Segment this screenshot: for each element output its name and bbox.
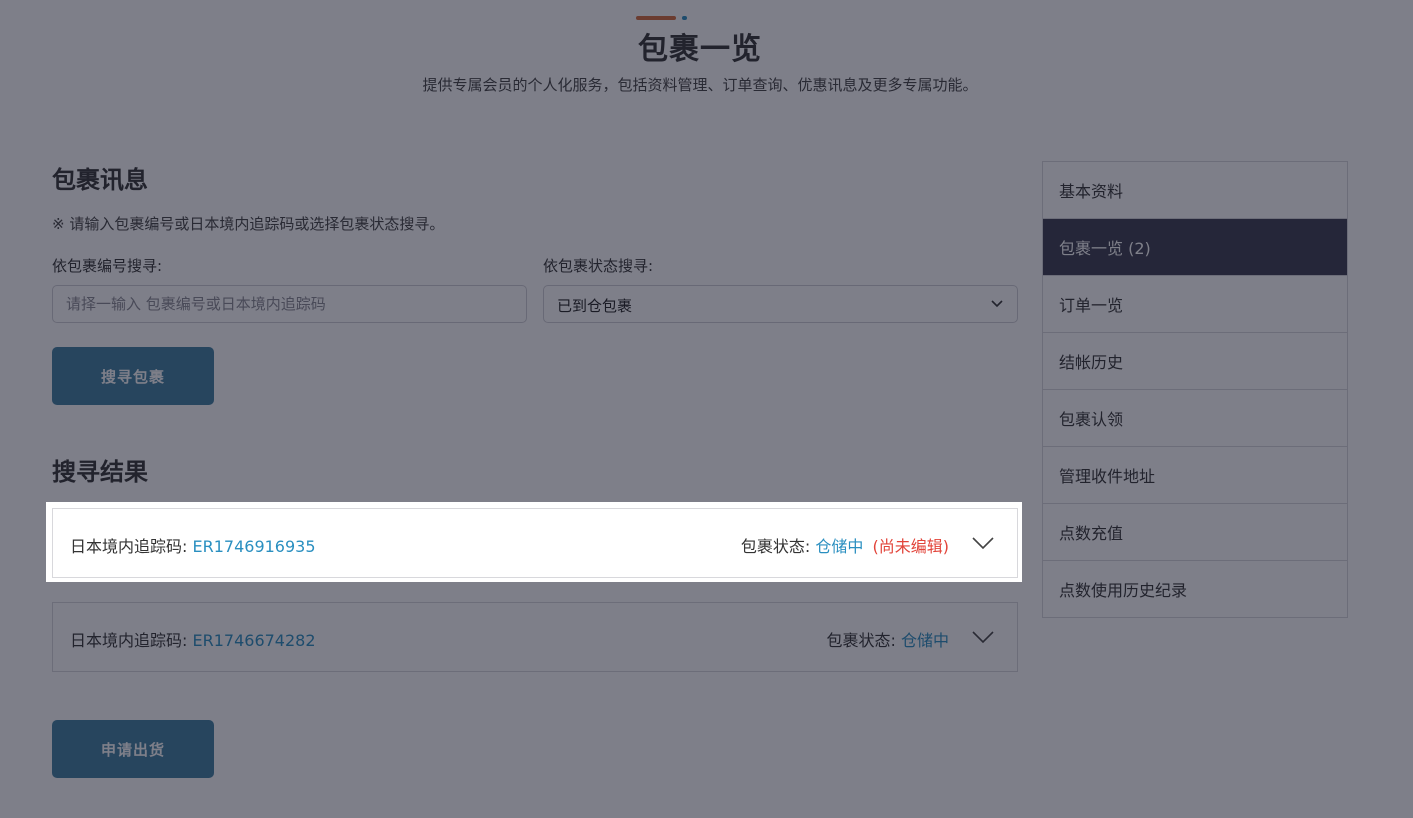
page: 包裹一览 提供专属会员的个人化服务，包括资料管理、订单查询、优惠讯息及更多专属功… xyxy=(0,0,1413,818)
tracking-code-value: ER1746674282 xyxy=(192,631,316,650)
title-decoration-bar xyxy=(636,16,676,20)
sidebar-item-manage-addresses[interactable]: 管理收件地址 xyxy=(1043,447,1347,504)
package-row-highlighted[interactable]: 日本境内追踪码: ER1746916935 包裹状态: 仓储中 (尚未编辑) xyxy=(52,508,1018,578)
title-decoration-dot xyxy=(682,16,687,20)
package-status-note: (尚未编辑) xyxy=(872,537,950,556)
package-status-text: 包裹状态: 仓储中 (尚未编辑) xyxy=(741,533,949,557)
package-row[interactable]: 日本境内追踪码: ER1746674282 包裹状态: 仓储中 xyxy=(52,602,1018,672)
request-shipment-button[interactable]: 申请出货 xyxy=(52,720,214,778)
member-sidebar: 基本资料 包裹一览 (2) 订单一览 结帐历史 包裹认领 管理收件地址 点数充值… xyxy=(1042,161,1348,618)
search-package-button[interactable]: 搜寻包裹 xyxy=(52,347,214,405)
expand-chevron-icon[interactable] xyxy=(971,629,995,645)
package-status-label: 包裹状态: xyxy=(826,631,896,650)
package-info-heading: 包裹讯息 xyxy=(52,166,148,194)
sidebar-item-points-history[interactable]: 点数使用历史纪录 xyxy=(1043,561,1347,617)
search-by-number-label: 依包裹编号搜寻: xyxy=(52,257,163,275)
chevron-down-icon xyxy=(991,300,1003,308)
package-status-label: 包裹状态: xyxy=(740,537,811,556)
search-by-status-label: 依包裹状态搜寻: xyxy=(543,257,654,275)
expand-chevron-icon[interactable] xyxy=(971,535,995,551)
tracking-code-label: 日本境内追踪码: xyxy=(70,631,188,650)
search-hint: ※ 请输入包裹编号或日本境内追踪码或选择包裹状态搜寻。 xyxy=(52,215,445,233)
package-status-select[interactable]: 已到仓包裹 xyxy=(543,285,1018,323)
page-title: 包裹一览 xyxy=(638,32,762,67)
sidebar-item-package-list[interactable]: 包裹一览 (2) xyxy=(1043,219,1347,276)
sidebar-item-basic-info[interactable]: 基本资料 xyxy=(1043,162,1347,219)
tracking-code-text: 日本境内追踪码: ER1746916935 xyxy=(70,533,316,557)
highlighted-package-frame: 日本境内追踪码: ER1746916935 包裹状态: 仓储中 (尚未编辑) xyxy=(46,502,1022,582)
sidebar-item-checkout-history[interactable]: 结帐历史 xyxy=(1043,333,1347,390)
package-status-value: 仓储中 xyxy=(900,631,949,650)
package-status-selected-value: 已到仓包裹 xyxy=(557,297,633,315)
sidebar-item-order-list[interactable]: 订单一览 xyxy=(1043,276,1347,333)
tracking-code-value: ER1746916935 xyxy=(192,537,316,556)
tracking-code-label: 日本境内追踪码: xyxy=(70,537,188,556)
package-status-text: 包裹状态: 仓储中 xyxy=(826,627,949,651)
title-decoration xyxy=(636,16,687,20)
package-number-input[interactable] xyxy=(53,286,519,322)
sidebar-item-package-claim[interactable]: 包裹认领 xyxy=(1043,390,1347,447)
package-status-value: 仓储中 xyxy=(815,537,864,556)
page-subtitle: 提供专属会员的个人化服务，包括资料管理、订单查询、优惠讯息及更多专属功能。 xyxy=(422,76,978,94)
package-number-field xyxy=(52,285,527,323)
sidebar-item-points-topup[interactable]: 点数充值 xyxy=(1043,504,1347,561)
search-results-heading: 搜寻结果 xyxy=(52,458,148,486)
tracking-code-text: 日本境内追踪码: ER1746674282 xyxy=(70,627,316,651)
